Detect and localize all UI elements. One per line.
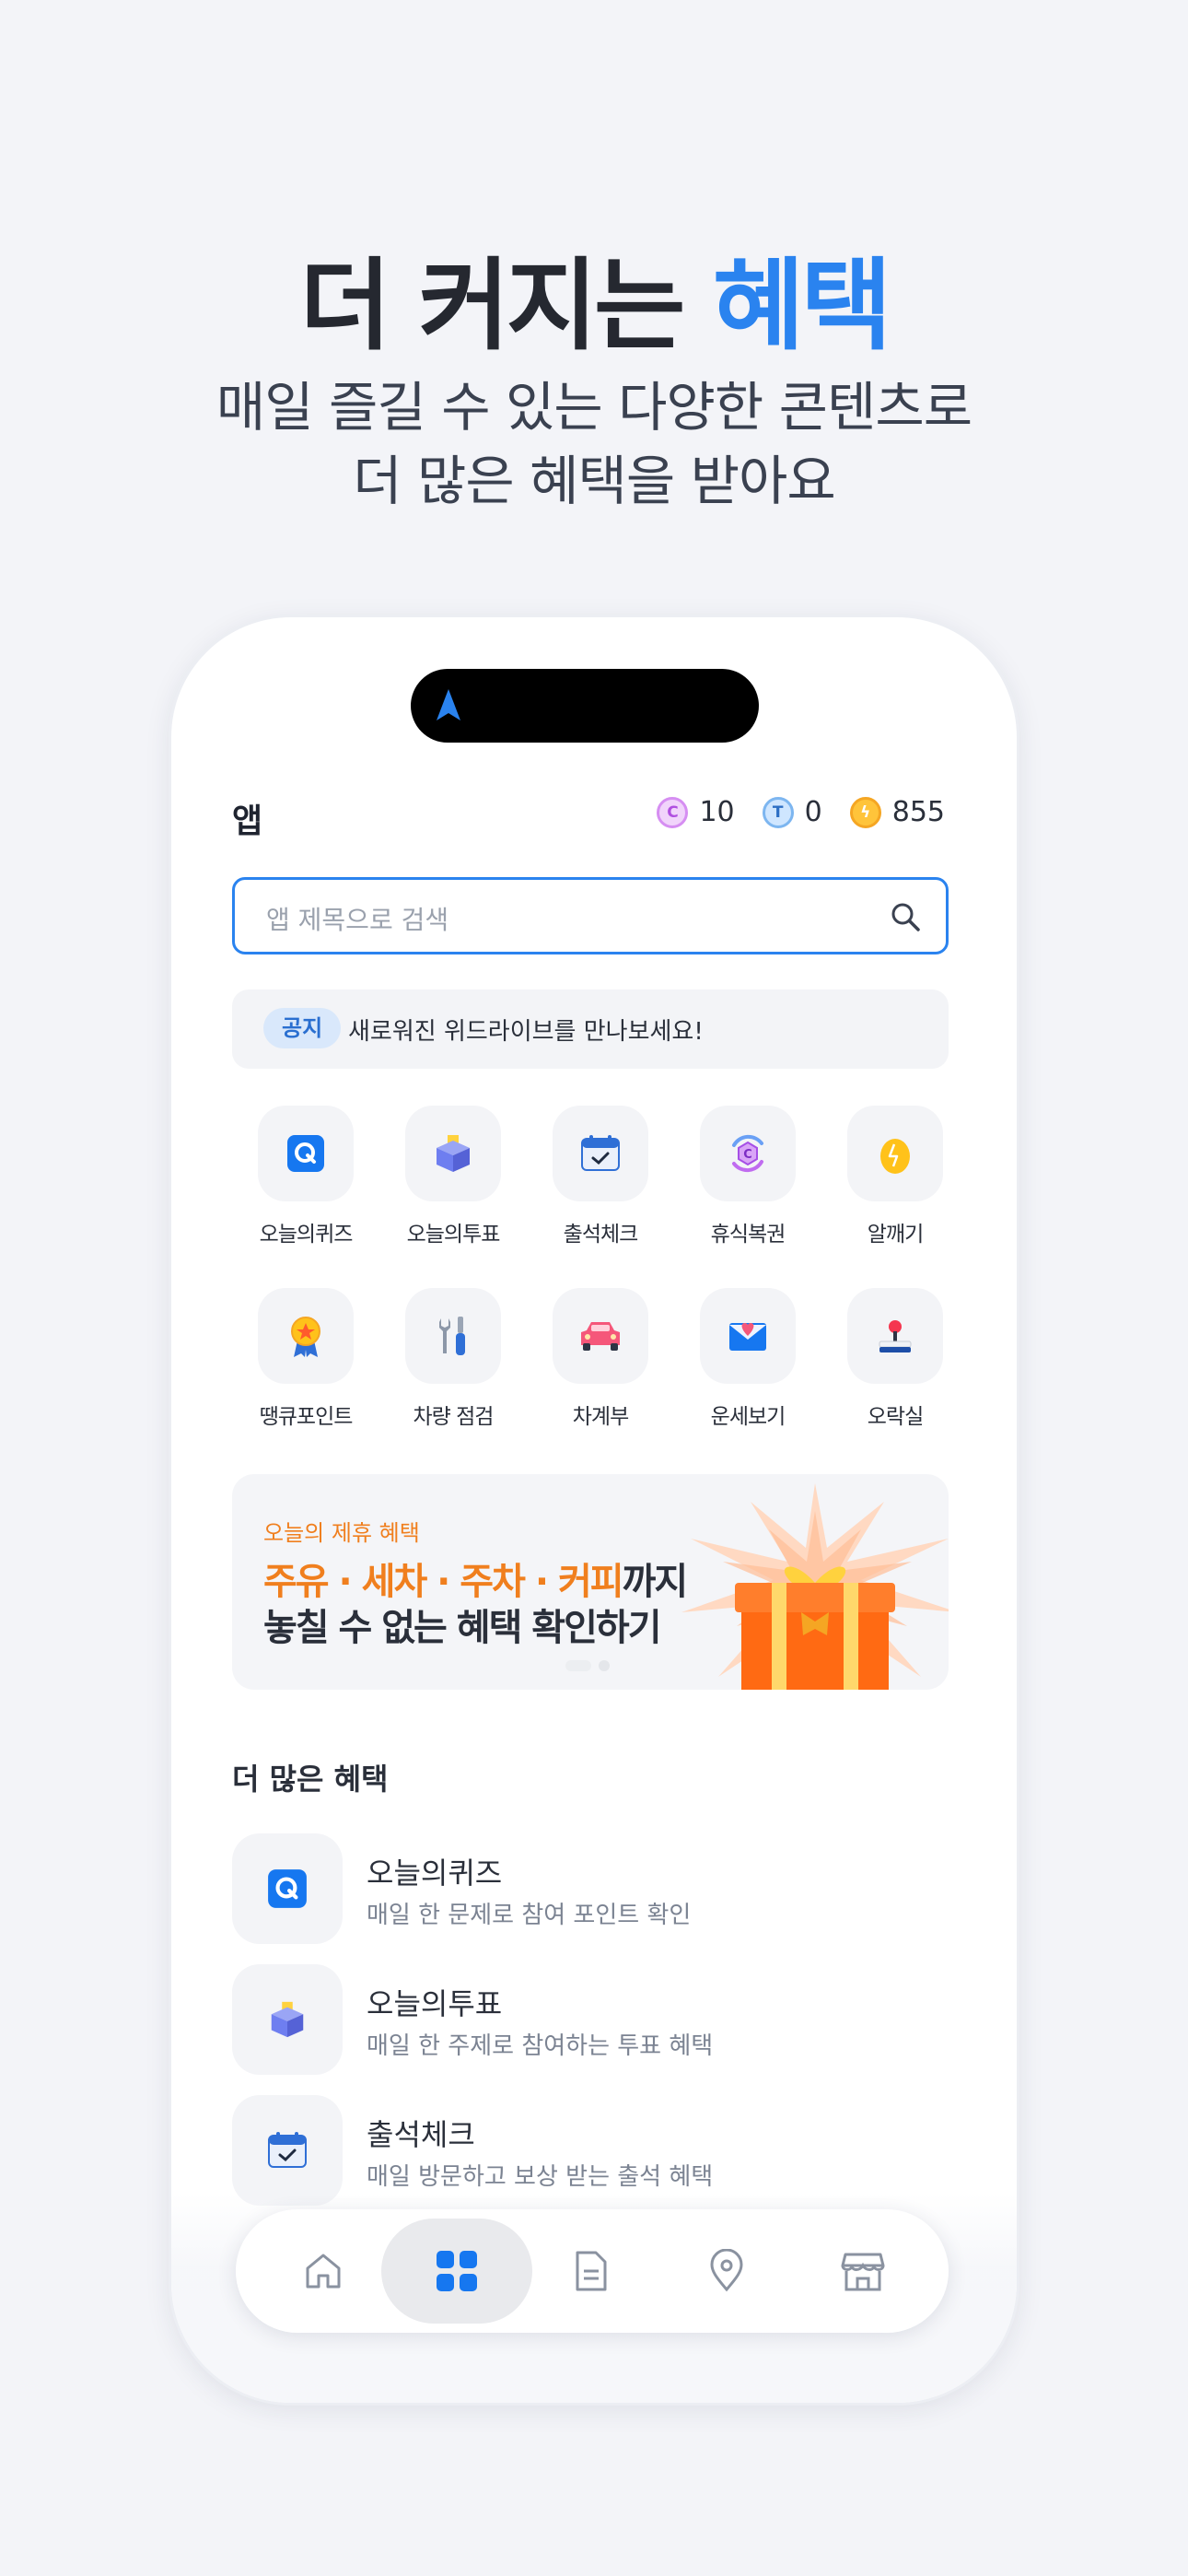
calendar-check-icon [581, 1135, 620, 1171]
list-item-desc: 매일 한 주제로 참여하는 투표 혜택 [367, 2032, 714, 2060]
list-item-desc: 매일 한 문제로 참여 포인트 확인 [367, 1902, 692, 1929]
promo-title: 더 커지는 혜택 [0, 226, 1188, 369]
ballot-box-icon [271, 2001, 304, 2038]
notice-bar[interactable]: 공지 새로워진 위드라이브를 만나보세요! [232, 989, 949, 1069]
point-t-value: 0 [804, 796, 822, 828]
banner-kicker: 오늘의 제휴 혜택 [263, 1520, 420, 1546]
calendar-check-icon [268, 2132, 307, 2168]
grid-label: 알깨기 [867, 1223, 924, 1247]
point-bolt: ϟ 855 [849, 796, 945, 828]
grid-item-vote[interactable]: 오늘의투표 [379, 1106, 527, 1247]
document-icon [576, 2251, 607, 2291]
grid-item-car-ledger[interactable]: 차계부 [527, 1288, 674, 1430]
promo-title-main: 더 커지는 [299, 249, 713, 364]
list-item-quiz[interactable]: 오늘의퀴즈 매일 한 문제로 참여 포인트 확인 [232, 1833, 949, 1946]
svg-text:C: C [743, 1148, 752, 1162]
section-title: 더 많은 혜택 [232, 1762, 389, 1797]
lottery-icon: C [732, 1134, 763, 1173]
c-coin-icon: C [657, 796, 689, 828]
promo-title-accent: 혜택 [712, 249, 892, 364]
list-item-vote[interactable]: 오늘의투표 매일 한 주제로 참여하는 투표 혜택 [232, 1964, 949, 2077]
partner-banner[interactable]: 오늘의 제휴 혜택 주유 · 세차 · 주차 · 커피까지 놓칠 수 없는 혜택… [232, 1474, 949, 1690]
tab-documents[interactable] [521, 2209, 659, 2333]
points-summary[interactable]: C 10 T 0 ϟ 855 [657, 796, 945, 828]
banner-headline-2: 놓칠 수 없는 혜택 확인하기 [263, 1607, 662, 1649]
home-icon [306, 2254, 341, 2289]
notice-badge: 공지 [263, 1008, 342, 1048]
grid-label: 오락실 [867, 1405, 924, 1429]
grid-label: 휴식복권 [710, 1223, 786, 1247]
point-c-value: 10 [699, 796, 735, 828]
quiz-icon [287, 1135, 324, 1172]
car-icon [581, 1322, 620, 1351]
page-dot-active [565, 1660, 591, 1671]
grid-label: 운세보기 [710, 1405, 786, 1429]
grid-label: 땡큐포인트 [259, 1405, 354, 1429]
bolt-coin-icon: ϟ [849, 796, 881, 828]
page-title: 앱 [232, 802, 263, 840]
grid-item-thank-you-point[interactable]: 땡큐포인트 [232, 1288, 379, 1430]
grid-label: 차량 점검 [413, 1405, 495, 1429]
grid-label: 출석체크 [563, 1223, 639, 1247]
egg-icon [880, 1139, 910, 1174]
bottom-tab-bar [236, 2209, 949, 2333]
apps-grid-icon [437, 2251, 477, 2291]
t-coin-icon: T [762, 796, 794, 828]
list-item-title: 출석체크 [367, 2117, 475, 2152]
search-placeholder: 앱 제목으로 검색 [266, 905, 449, 935]
joystick-icon [879, 1320, 912, 1352]
tab-home[interactable] [254, 2209, 392, 2333]
banner-pagination [565, 1660, 610, 1671]
grid-item-quiz[interactable]: 오늘의퀴즈 [232, 1106, 379, 1247]
ballot-box-icon [437, 1135, 470, 1172]
fortune-letter-icon [729, 1323, 766, 1351]
search-input[interactable]: 앱 제목으로 검색 [232, 877, 949, 954]
navigation-arrow-icon [437, 689, 460, 720]
gift-box-icon [681, 1483, 949, 1690]
tab-store[interactable] [794, 2209, 932, 2333]
grid-item-egg[interactable]: 알깨기 [821, 1106, 969, 1247]
promo-subtitle: 매일 즐길 수 있는 다양한 콘텐츠로 더 많은 혜택을 받아요 [0, 370, 1188, 518]
list-item-title: 오늘의퀴즈 [367, 1856, 503, 1891]
tab-apps[interactable] [381, 2219, 532, 2324]
grid-item-lottery[interactable]: C 휴식복권 [674, 1106, 821, 1247]
grid-label: 오늘의투표 [406, 1223, 501, 1247]
quiz-icon [268, 1869, 307, 1908]
search-icon[interactable] [889, 900, 922, 933]
promo-subtitle-line2: 더 많은 혜택을 받아요 [353, 450, 836, 512]
grid-item-attendance[interactable]: 출석체크 [527, 1106, 674, 1247]
location-pin-icon [710, 2249, 743, 2292]
promo-subtitle-line1: 매일 즐길 수 있는 다양한 콘텐츠로 [215, 376, 973, 439]
list-item-desc: 매일 방문하고 보상 받는 출석 혜택 [367, 2163, 714, 2191]
page-dot [599, 1660, 610, 1671]
tab-location[interactable] [658, 2209, 796, 2333]
notice-text: 새로워진 위드라이브를 만나보세요! [348, 1018, 704, 1046]
medal-icon [291, 1317, 320, 1357]
list-item-attendance[interactable]: 출석체크 매일 방문하고 보상 받는 출석 혜택 [232, 2095, 949, 2207]
grid-label: 차계부 [572, 1405, 629, 1429]
phone-frame: 앱 C 10 T 0 ϟ 855 앱 제목으로 검색 공지 새로워진 위드라이브… [171, 617, 1017, 2403]
point-bolt-value: 855 [891, 796, 945, 828]
dynamic-island [411, 669, 759, 743]
point-c: C 10 [657, 796, 735, 828]
grid-item-fortune[interactable]: 운세보기 [674, 1288, 821, 1430]
grid-label: 오늘의퀴즈 [259, 1223, 354, 1247]
list-item-title: 오늘의투표 [367, 1986, 503, 2021]
store-icon [841, 2253, 885, 2291]
grid-item-car-check[interactable]: 차량 점검 [379, 1288, 527, 1430]
tools-icon [439, 1317, 465, 1355]
grid-item-arcade[interactable]: 오락실 [821, 1288, 969, 1430]
point-t: T 0 [762, 796, 822, 828]
